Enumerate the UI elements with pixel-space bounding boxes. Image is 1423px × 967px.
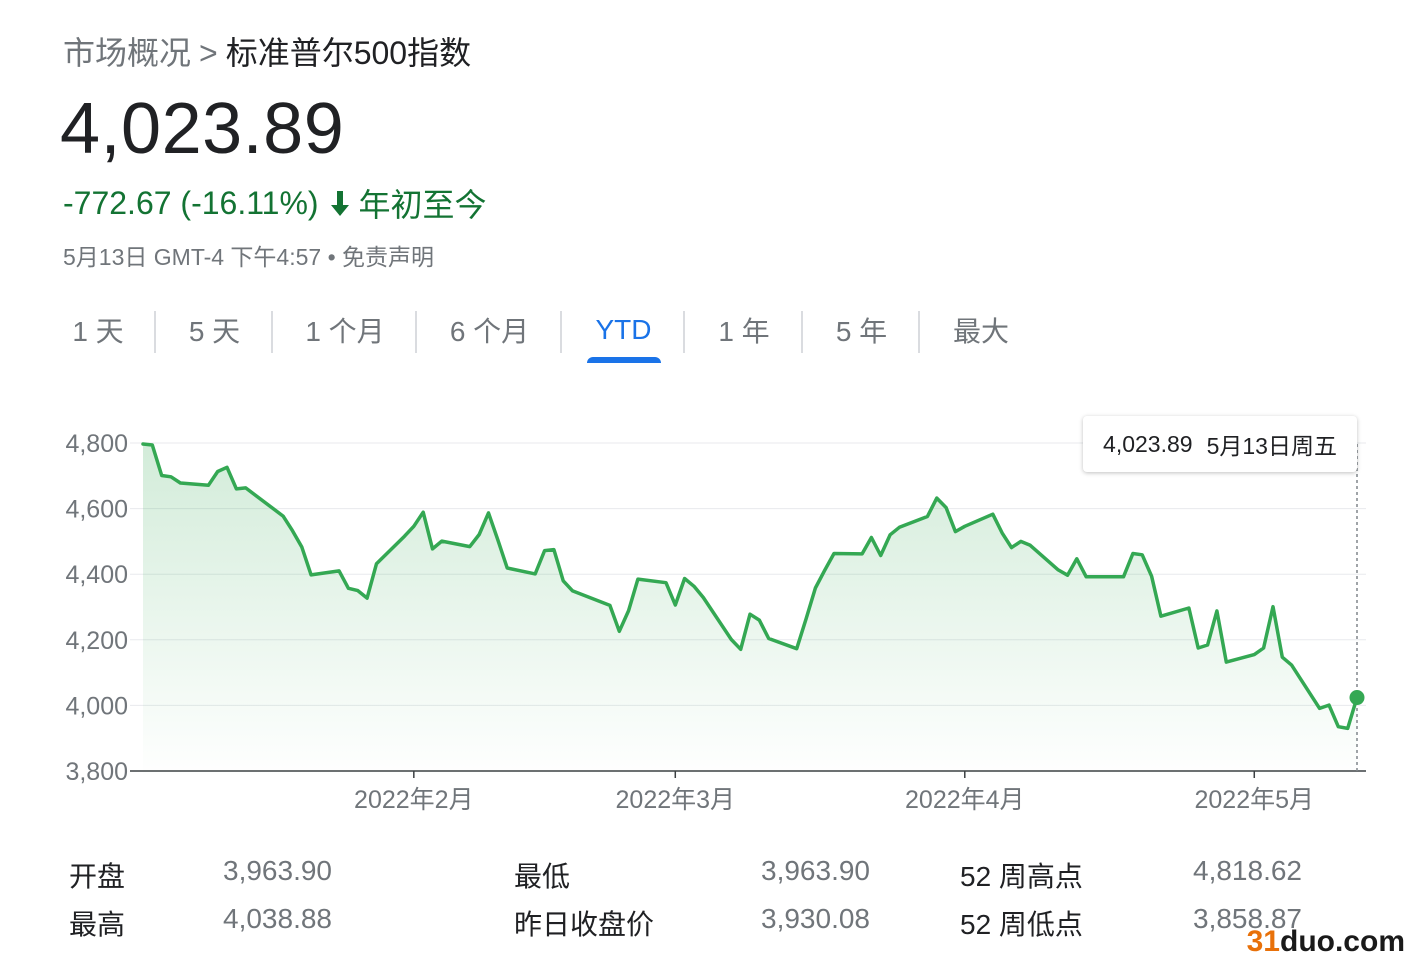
stat-value-open: 3,963.90 bbox=[223, 855, 332, 886]
y-tick-label: 4,600 bbox=[65, 496, 128, 524]
y-tick-label: 4,800 bbox=[65, 430, 128, 458]
x-tick-label: 2022年4月 bbox=[905, 786, 1025, 814]
x-tick-label: 2022年3月 bbox=[616, 786, 736, 814]
stats-row: 开盘 3,963.90 最低 3,963.90 52 周高点 4,818.62 bbox=[0, 855, 1423, 899]
site-watermark: 31duo.com bbox=[1247, 925, 1405, 959]
stats-row: 最高 4,038.88 昨日收盘价 3,930.08 52 周低点 3,858.… bbox=[0, 903, 1423, 947]
stat-label-low: 最低 bbox=[514, 861, 571, 892]
stat-value-low: 3,963.90 bbox=[761, 855, 870, 886]
y-tick-label: 4,200 bbox=[65, 627, 128, 655]
chart-tooltip: 4,023.89 5月13日周五 bbox=[1083, 416, 1357, 472]
y-tick-label: 4,400 bbox=[65, 561, 128, 589]
stat-label-high: 最高 bbox=[69, 909, 126, 940]
stat-value-prev-close: 3,930.08 bbox=[761, 903, 870, 934]
stat-label-prev-close: 昨日收盘价 bbox=[514, 909, 655, 940]
watermark-accent: 31 bbox=[1246, 925, 1280, 958]
tooltip-value: 4,023.89 bbox=[1103, 430, 1193, 457]
x-tick-label: 2022年2月 bbox=[354, 786, 474, 814]
price-chart[interactable]: 4,800 4,600 4,400 4,200 4,000 3,800 2022年2月 202… bbox=[0, 0, 1423, 967]
y-tick-label: 3,800 bbox=[65, 758, 128, 786]
tooltip-date: 5月13日周五 bbox=[1206, 433, 1337, 459]
watermark-rest: duo.com bbox=[1280, 925, 1405, 958]
stat-label-52w-low: 52 周低点 bbox=[960, 909, 1083, 940]
x-tick-label: 2022年5月 bbox=[1195, 786, 1315, 814]
last-point-marker bbox=[1349, 690, 1365, 706]
stat-value-high: 4,038.88 bbox=[223, 903, 332, 934]
stat-value-52w-high: 4,818.62 bbox=[1193, 855, 1302, 886]
y-tick-label: 4,000 bbox=[65, 692, 128, 720]
stat-label-52w-high: 52 周高点 bbox=[960, 861, 1083, 892]
stat-label-open: 开盘 bbox=[69, 861, 126, 892]
